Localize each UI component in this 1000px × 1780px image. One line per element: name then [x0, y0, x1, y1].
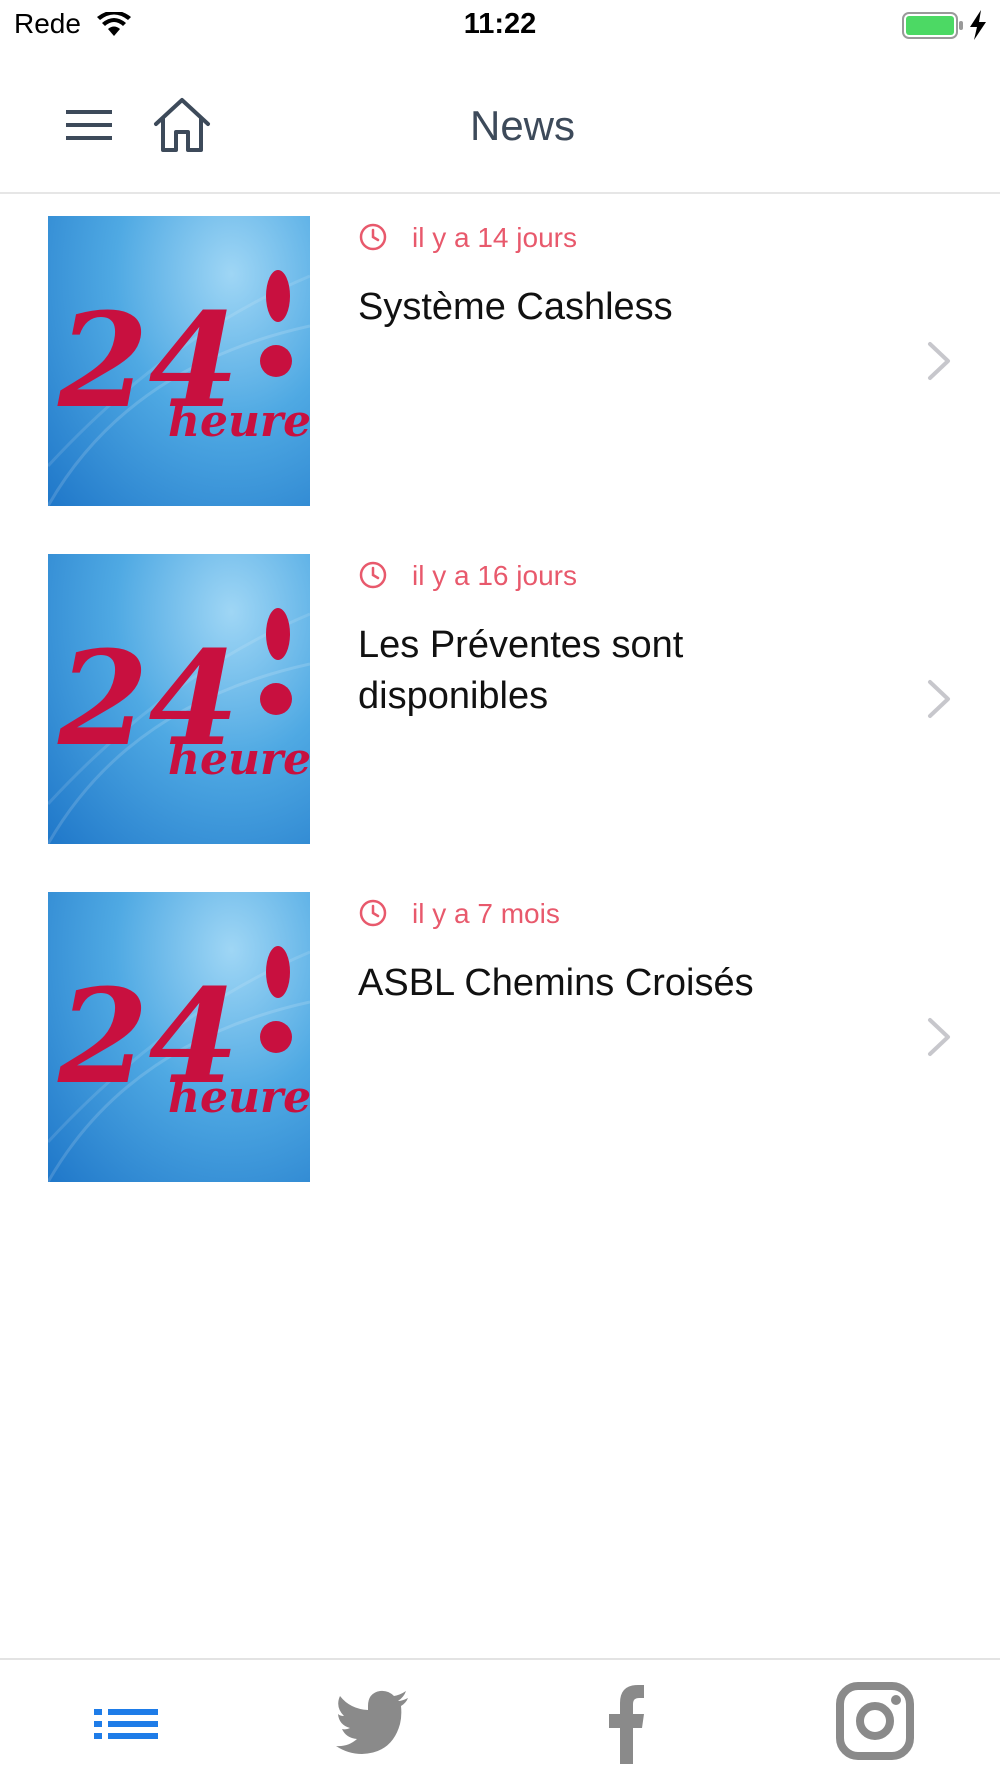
news-time-ago: il y a 16 jours [412, 560, 577, 591]
news-item[interactable]: 24 heures il y a 16 jours Les Préventes … [0, 554, 1000, 844]
svg-text:heures: heures [168, 396, 310, 447]
tab-facebook[interactable] [580, 1676, 670, 1766]
status-bar: Rede 11:22 [0, 0, 1000, 50]
instagram-icon [836, 1682, 914, 1760]
tab-twitter[interactable] [330, 1676, 420, 1766]
tab-instagram[interactable] [830, 1676, 920, 1766]
page-title: News [469, 102, 576, 149]
news-title[interactable]: ASBL Chemins Croisés [358, 958, 858, 1009]
tab-news-list[interactable] [80, 1676, 170, 1766]
bottom-tab-bar [0, 1658, 1000, 1780]
chevron-right-icon [928, 1018, 950, 1056]
24-heures-logo: 24 heures [48, 608, 310, 844]
chevron-right-icon [928, 680, 950, 718]
news-time-ago: il y a 14 jours [412, 222, 577, 253]
news-title[interactable]: Système Cashless [358, 282, 858, 333]
news-thumbnail: 24 heures [48, 892, 310, 1182]
svg-text:heures: heures [168, 734, 310, 785]
list-icon [94, 1709, 158, 1739]
twitter-icon [336, 1690, 408, 1754]
24-heures-logo: 24 heures [48, 946, 310, 1182]
charging-bolt-icon [970, 10, 986, 40]
svg-text:heures: heures [168, 1072, 310, 1123]
news-thumbnail: 24 heures [48, 216, 310, 506]
clock-icon [359, 223, 387, 251]
chevron-right-icon [928, 342, 950, 380]
header-bar: News [0, 50, 1000, 194]
24-heures-logo: 24 heures [48, 270, 310, 506]
news-title[interactable]: Les Préventes sont disponibles [358, 620, 858, 722]
clock-icon [359, 561, 387, 589]
clock-icon [359, 899, 387, 927]
news-time-ago: il y a 7 mois [412, 898, 560, 929]
facebook-icon [609, 1685, 644, 1764]
battery-icon [902, 12, 963, 39]
news-item[interactable]: 24 heures il y a 7 mois ASBL Chemins Cro… [0, 892, 1000, 1182]
news-item[interactable]: 24 heures il y a 14 jours Système Cashle… [0, 216, 1000, 506]
clock-time: 11:22 [463, 8, 537, 40]
news-thumbnail: 24 heures [48, 554, 310, 844]
